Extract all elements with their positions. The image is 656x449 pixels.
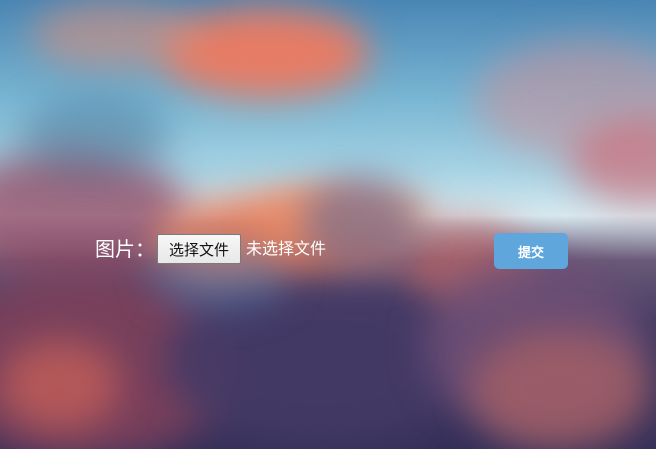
dark-cloud: [470, 330, 650, 449]
cloud-background: [0, 0, 656, 449]
sunset-cloud: [0, 340, 120, 430]
image-field-label: 图片：: [95, 237, 155, 261]
upload-form-row: 图片： 选择文件 未选择文件: [95, 234, 326, 264]
cloud-highlight: [30, 0, 200, 70]
submit-button[interactable]: 提交: [494, 233, 568, 269]
blue-cloud-tone: [20, 95, 170, 175]
file-status: 未选择文件: [246, 239, 327, 258]
choose-file-button[interactable]: 选择文件: [157, 234, 241, 264]
